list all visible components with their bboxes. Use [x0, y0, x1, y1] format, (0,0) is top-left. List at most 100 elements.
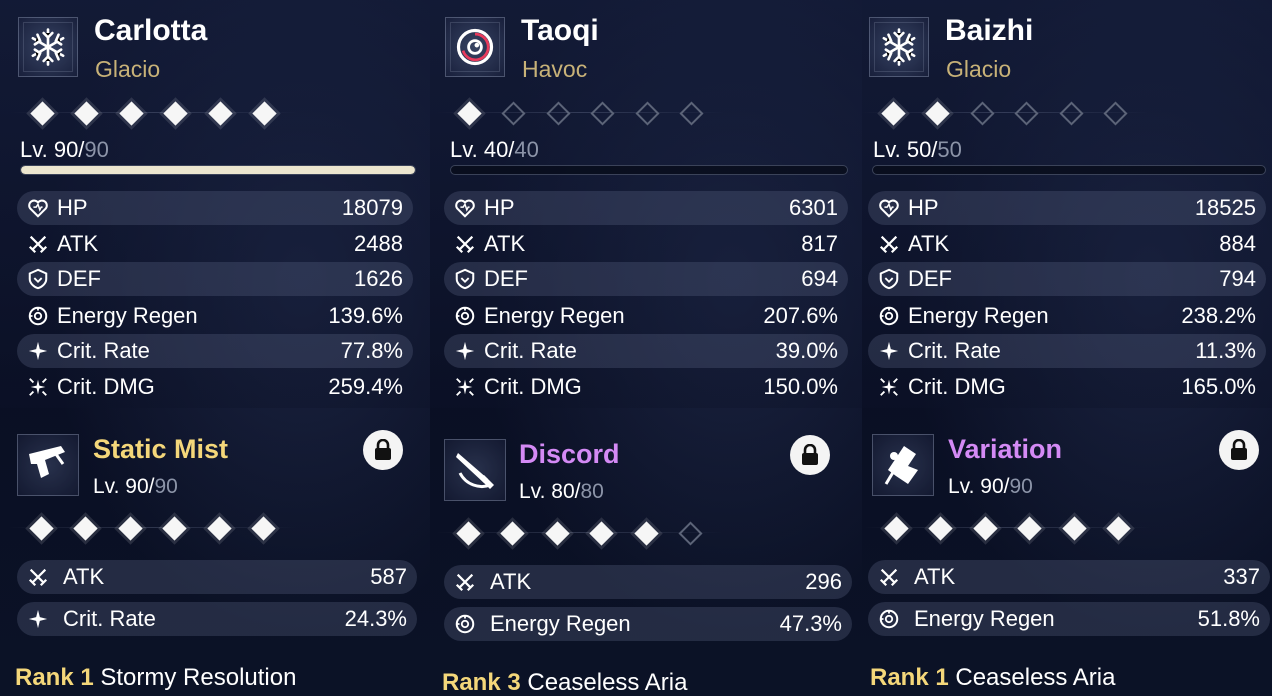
stat-value: 337	[1223, 564, 1260, 589]
stat-row: Crit. DMG 259.4%	[17, 370, 413, 404]
stat-label: HP	[484, 195, 515, 220]
crit-dmg-icon	[452, 374, 478, 400]
pistol-icon	[17, 434, 79, 496]
character-panel: Baizhi Glacio Lv. 50/50 HP 18525 ATK 884 DEF 794…	[862, 0, 1272, 696]
stat-value: 150.0%	[763, 374, 838, 399]
weapon-name: Static Mist	[93, 434, 229, 464]
rank-label: Rank 3	[442, 669, 521, 696]
refinement-node-icon	[197, 516, 242, 540]
stat-value: 51.8%	[1197, 606, 1260, 631]
weapon-level-current: Lv. 80/	[519, 480, 581, 503]
stat-value: 259.4%	[328, 374, 403, 399]
refinement-node-icon	[446, 521, 491, 545]
stat-row: Crit. DMG 165.0%	[868, 370, 1266, 404]
lock-icon[interactable]	[363, 430, 403, 470]
weapon-level: Lv. 90/90	[93, 475, 178, 499]
lock-icon[interactable]	[790, 435, 830, 475]
crossed-swords-icon	[25, 564, 51, 590]
weapon-refinement	[436, 521, 723, 545]
weapon-level-current: Lv. 90/	[93, 475, 155, 498]
chain-node-icon	[109, 101, 154, 125]
chain-node-icon	[243, 101, 288, 125]
stat-label: Crit. DMG	[484, 374, 582, 399]
chain-node-icon	[1005, 101, 1050, 125]
weapon-passive: Rank 1 Ceaseless Aria	[870, 664, 1115, 692]
stat-row: Crit. Rate 39.0%	[444, 334, 848, 368]
weapon-name: Discord	[519, 439, 620, 469]
refinement-node-icon	[242, 516, 287, 540]
stat-label: Crit. Rate	[484, 338, 577, 363]
havoc-swirl-icon	[445, 17, 505, 77]
stat-label: Energy Regen	[57, 303, 198, 328]
refinement-node-icon	[108, 516, 153, 540]
level-max: 90	[84, 137, 109, 162]
rank-label: Rank 1	[870, 664, 949, 691]
refinement-node-icon	[64, 516, 109, 540]
level-max: 50	[937, 137, 962, 162]
stat-label: Crit. DMG	[908, 374, 1006, 399]
character-level: Lv. 90/90	[20, 137, 109, 163]
stat-row: ATK 884	[868, 227, 1266, 261]
refinement-node-icon	[491, 521, 536, 545]
weapon-level-max: 90	[1009, 475, 1033, 498]
chain-node-icon	[960, 101, 1005, 125]
level-progress-bar	[872, 165, 1266, 175]
stat-label: Energy Regen	[490, 611, 631, 636]
character-element: Havoc	[522, 56, 588, 82]
stat-value: 587	[370, 564, 407, 589]
refinement-node-icon	[153, 516, 198, 540]
stat-row: Energy Regen 207.6%	[444, 299, 848, 333]
character-name: Taoqi	[521, 14, 599, 47]
level-progress-bar	[20, 165, 416, 175]
crit-rate-icon	[876, 338, 902, 364]
shield-icon	[25, 266, 51, 292]
refinement-node-icon	[580, 521, 625, 545]
stat-value: 18079	[341, 195, 403, 220]
crit-rate-icon	[25, 606, 51, 632]
stat-row: ATK 817	[444, 227, 848, 261]
rectifier-icon	[872, 434, 934, 496]
weapon-stat-row: Energy Regen 47.3%	[444, 607, 852, 641]
weapon-stat-row: Energy Regen 51.8%	[868, 602, 1270, 636]
chain-node-icon	[916, 101, 961, 125]
chain-node-icon	[198, 101, 243, 125]
refinement-node-icon	[1052, 516, 1097, 540]
refinement-node-icon	[963, 516, 1008, 540]
heart-icon	[25, 195, 51, 221]
weapon-level: Lv. 80/80	[519, 480, 604, 504]
crossed-swords-icon	[452, 569, 478, 595]
stat-value: 207.6%	[763, 303, 838, 328]
team-showcase: Carlotta Glacio Lv. 90/90 HP 18079 ATK 2488 DEF…	[0, 0, 1272, 696]
level-current: Lv. 40/	[450, 137, 515, 162]
refinement-node-icon	[19, 516, 64, 540]
stat-value: 47.3%	[779, 611, 842, 636]
lock-icon[interactable]	[1219, 430, 1259, 470]
refinement-node-icon	[624, 521, 669, 545]
stat-value: 2488	[354, 231, 403, 256]
crit-rate-icon	[25, 338, 51, 364]
stat-value: 77.8%	[340, 338, 403, 363]
stat-label: ATK	[484, 231, 526, 256]
weapon-stat-row: ATK 296	[444, 565, 852, 599]
energy-regen-icon	[25, 303, 51, 329]
crossed-swords-icon	[25, 231, 51, 257]
stat-row: HP 18079	[17, 191, 413, 225]
chain-node-icon	[65, 101, 110, 125]
energy-regen-icon	[452, 303, 478, 329]
crit-dmg-icon	[25, 374, 51, 400]
stat-value: 817	[801, 231, 838, 256]
stat-row: HP 6301	[444, 191, 848, 225]
shield-icon	[876, 266, 902, 292]
heart-icon	[452, 195, 478, 221]
chain-node-icon	[871, 101, 916, 125]
chain-node-icon	[536, 101, 581, 125]
stat-row: Crit. DMG 150.0%	[444, 370, 848, 404]
chain-node-icon	[154, 101, 199, 125]
resonance-chain	[437, 101, 724, 125]
shield-icon	[452, 266, 478, 292]
stat-value: 165.0%	[1181, 374, 1256, 399]
stat-row: Crit. Rate 11.3%	[868, 334, 1266, 368]
rank-label: Rank 1	[15, 664, 94, 691]
stat-value: 884	[1219, 231, 1256, 256]
stat-value: 296	[805, 569, 842, 594]
